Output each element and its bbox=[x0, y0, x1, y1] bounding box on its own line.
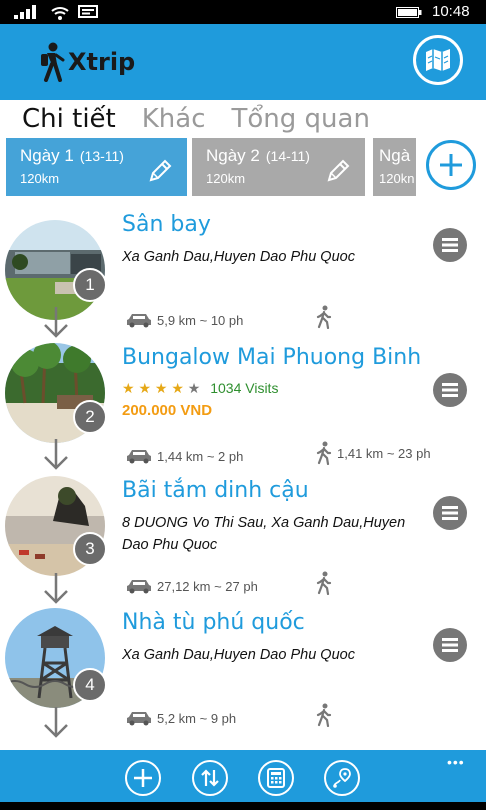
star-icon: ★ ★ ★ ★ bbox=[122, 380, 184, 396]
day-distance: 120km bbox=[206, 171, 246, 186]
map-route-icon bbox=[333, 768, 351, 788]
calculator-icon bbox=[267, 768, 285, 788]
day-chip-2[interactable]: Ngày 2 (14-11) 120km bbox=[192, 138, 365, 196]
place-item[interactable]: 1 Sân bay Xa Ganh Dau,Huyen Dao Phu Quoc… bbox=[0, 210, 486, 329]
map-icon bbox=[426, 49, 450, 71]
place-address: Xa Ganh Dau,Huyen Dao Phu Quoc bbox=[122, 249, 355, 265]
car-route[interactable]: 1,44 km ~ 2 ph bbox=[126, 446, 243, 466]
app-header: Xtrip bbox=[0, 24, 486, 100]
route-map-button[interactable] bbox=[324, 760, 360, 796]
walking-icon bbox=[316, 703, 332, 727]
place-number-badge: 3 bbox=[73, 532, 107, 566]
place-number-badge: 1 bbox=[73, 268, 107, 302]
menu-icon bbox=[442, 383, 458, 397]
day-chip-3[interactable]: Ngà 120kn bbox=[373, 138, 416, 196]
map-button[interactable] bbox=[413, 35, 463, 85]
day-label: Ngày 2 bbox=[206, 146, 260, 165]
walking-icon bbox=[316, 571, 332, 595]
tab-tong-quan[interactable]: Tổng quan bbox=[232, 104, 370, 134]
day-date: (14-11) bbox=[265, 148, 310, 164]
place-number-badge: 4 bbox=[73, 668, 107, 702]
tab-bar: Chi tiết Khác Tổng quan bbox=[22, 104, 396, 140]
place-title[interactable]: Bãi tắm dinh cậu bbox=[122, 478, 309, 503]
walking-icon bbox=[316, 441, 332, 465]
car-route[interactable]: 5,2 km ~ 9 ph bbox=[126, 708, 236, 728]
place-address: Xa Ganh Dau,Huyen Dao Phu Quoc bbox=[122, 647, 355, 663]
car-icon bbox=[127, 712, 151, 726]
walk-route[interactable] bbox=[316, 703, 337, 727]
reorder-icon bbox=[201, 769, 219, 787]
day-date: (13-11) bbox=[79, 148, 124, 164]
app-name: Xtrip bbox=[68, 48, 136, 76]
car-icon bbox=[127, 314, 151, 328]
calculator-button[interactable] bbox=[258, 760, 294, 796]
nav-bar-strip bbox=[0, 802, 486, 810]
day-distance: 120km bbox=[20, 171, 60, 186]
battery-icon bbox=[396, 7, 422, 18]
day-chip-title: Ngày 2 (14-11) bbox=[206, 146, 310, 166]
tab-chi-tiet[interactable]: Chi tiết bbox=[22, 104, 116, 134]
place-item[interactable]: 4 Nhà tù phú quốc Xa Ganh Dau,Huyen Dao … bbox=[0, 608, 486, 732]
arrow-down-icon bbox=[44, 573, 68, 604]
day-chip-title: Ngà bbox=[379, 146, 410, 166]
app-screen: 10:48 Xtrip Chi tiết Khác Tổng quan Ngày… bbox=[0, 0, 486, 810]
car-icon bbox=[127, 450, 151, 464]
more-options-button[interactable]: ••• bbox=[447, 754, 465, 770]
message-icon bbox=[78, 5, 98, 18]
add-place-button[interactable] bbox=[125, 760, 161, 796]
place-menu-button[interactable] bbox=[433, 228, 467, 262]
car-route[interactable]: 27,12 km ~ 27 ph bbox=[126, 576, 258, 596]
place-title[interactable]: Bungalow Mai Phuong Binh bbox=[122, 345, 421, 370]
menu-icon bbox=[442, 638, 458, 652]
app-logo: Xtrip bbox=[38, 40, 135, 84]
signal-icon bbox=[14, 5, 36, 19]
add-icon bbox=[134, 769, 152, 787]
app-bar: ••• bbox=[0, 750, 486, 802]
place-menu-button[interactable] bbox=[433, 496, 467, 530]
menu-icon bbox=[442, 238, 458, 252]
arrow-down-icon bbox=[44, 307, 68, 338]
edit-icon[interactable] bbox=[325, 158, 351, 184]
add-day-button[interactable] bbox=[426, 140, 476, 190]
place-address: 8 DUONG Vo Thi Sau, Xa Ganh Dau,Huyen Da… bbox=[122, 515, 406, 553]
car-route-text: 1,44 km ~ 2 ph bbox=[157, 448, 244, 464]
edit-icon[interactable] bbox=[147, 158, 173, 184]
place-menu-button[interactable] bbox=[433, 373, 467, 407]
status-bar: 10:48 bbox=[0, 0, 486, 24]
place-menu-button[interactable] bbox=[433, 628, 467, 662]
place-number-badge: 2 bbox=[73, 400, 107, 434]
day-label: Ngày 1 bbox=[20, 146, 74, 165]
tab-khac[interactable]: Khác bbox=[142, 104, 206, 134]
wifi-icon bbox=[51, 7, 69, 20]
place-title[interactable]: Nhà tù phú quốc bbox=[122, 610, 305, 635]
car-route-text: 27,12 km ~ 27 ph bbox=[157, 578, 258, 594]
menu-icon bbox=[442, 506, 458, 520]
rating-row: ★ ★ ★ ★ ★ 1034 Visits bbox=[122, 380, 278, 397]
plus-icon bbox=[440, 154, 462, 176]
arrow-down-icon bbox=[44, 439, 68, 470]
car-icon bbox=[127, 580, 151, 594]
place-title[interactable]: Sân bay bbox=[122, 212, 211, 237]
clock-time: 10:48 bbox=[432, 3, 470, 20]
walk-route[interactable]: 1,41 km ~ 23 ph bbox=[316, 441, 431, 465]
reorder-button[interactable] bbox=[192, 760, 228, 796]
day-distance: 120kn bbox=[379, 171, 415, 186]
visits-count: 1034 Visits bbox=[210, 380, 279, 396]
arrow-down-icon bbox=[44, 707, 68, 738]
car-route-text: 5,9 km ~ 10 ph bbox=[157, 312, 244, 328]
day-chip-title: Ngày 1 (13-11) bbox=[20, 146, 124, 166]
place-item[interactable]: 3 Bãi tắm dinh cậu 8 DUONG Vo Thi Sau, X… bbox=[0, 476, 486, 600]
car-route[interactable]: 5,9 km ~ 10 ph bbox=[126, 310, 243, 330]
day-chip-1[interactable]: Ngày 1 (13-11) 120km bbox=[6, 138, 187, 196]
car-route-text: 5,2 km ~ 9 ph bbox=[157, 710, 237, 726]
hiker-icon bbox=[41, 42, 65, 82]
place-item[interactable]: 2 Bungalow Mai Phuong Binh ★ ★ ★ ★ ★ 103… bbox=[0, 340, 486, 470]
walk-route[interactable] bbox=[316, 305, 337, 329]
walking-icon bbox=[316, 305, 332, 329]
star-empty-icon: ★ bbox=[187, 380, 201, 396]
day-label: Ngà bbox=[379, 146, 411, 165]
walk-route[interactable] bbox=[316, 571, 337, 595]
place-price: 200.000 VND bbox=[122, 402, 213, 419]
walk-route-text: 1,41 km ~ 23 ph bbox=[337, 445, 431, 461]
